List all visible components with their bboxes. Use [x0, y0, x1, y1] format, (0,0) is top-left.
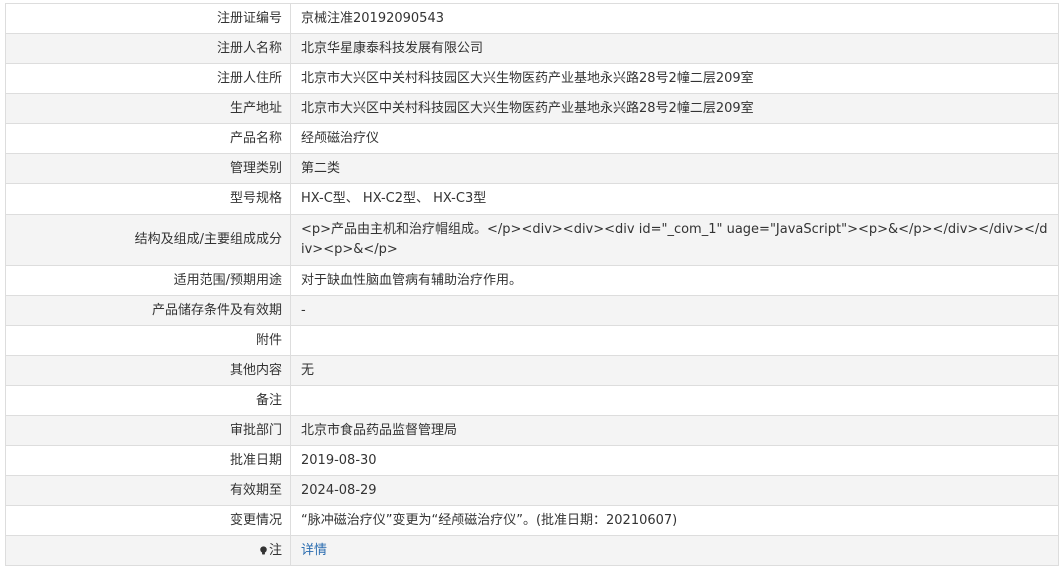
table-row: 批准日期 2019-08-30 [5, 445, 1059, 476]
row-label: 产品名称 [5, 123, 291, 154]
table-row-note: 注 详情 [5, 535, 1059, 566]
lightbulb-icon [259, 545, 268, 555]
row-label: 变更情况 [5, 505, 291, 536]
row-value: 2019-08-30 [290, 445, 1059, 476]
row-value: 对于缺血性脑血管病有辅助治疗作用。 [290, 265, 1059, 296]
details-link[interactable]: 详情 [301, 543, 327, 558]
row-label: 适用范围/预期用途 [5, 265, 291, 296]
note-label-cell: 注 [5, 535, 291, 566]
table-row: 有效期至 2024-08-29 [5, 475, 1059, 506]
row-value: 2024-08-29 [290, 475, 1059, 506]
table-row: 结构及组成/主要组成成分 <p>产品由主机和治疗帽组成。</p><div><di… [5, 214, 1059, 266]
row-label: 有效期至 [5, 475, 291, 506]
table-row: 产品储存条件及有效期 - [5, 295, 1059, 326]
row-label: 其他内容 [5, 355, 291, 386]
table-row: 注册人住所 北京市大兴区中关村科技园区大兴生物医药产业基地永兴路28号2幢二层2… [5, 63, 1059, 94]
row-label: 注册证编号 [5, 3, 291, 34]
row-value: - [290, 295, 1059, 326]
row-value: “脉冲磁治疗仪”变更为“经颅磁治疗仪”。(批准日期：20210607) [290, 505, 1059, 536]
row-label: 注册人住所 [5, 63, 291, 94]
table-row: 备注 [5, 385, 1059, 416]
table-row: 注册证编号 京械注准20192090543 [5, 3, 1059, 34]
table-row: 管理类别 第二类 [5, 153, 1059, 184]
table-row: 其他内容 无 [5, 355, 1059, 386]
row-label: 管理类别 [5, 153, 291, 184]
row-value: 北京华星康泰科技发展有限公司 [290, 33, 1059, 64]
row-label: 产品储存条件及有效期 [5, 295, 291, 326]
table-row: 变更情况 “脉冲磁治疗仪”变更为“经颅磁治疗仪”。(批准日期：20210607) [5, 505, 1059, 536]
table-row: 审批部门 北京市食品药品监督管理局 [5, 415, 1059, 446]
table-row: 适用范围/预期用途 对于缺血性脑血管病有辅助治疗作用。 [5, 265, 1059, 296]
row-label: 结构及组成/主要组成成分 [5, 214, 291, 266]
row-label: 型号规格 [5, 183, 291, 215]
table-row: 附件 [5, 325, 1059, 356]
row-value: 北京市大兴区中关村科技园区大兴生物医药产业基地永兴路28号2幢二层209室 [290, 63, 1059, 94]
row-value [290, 325, 1059, 356]
table-row: 生产地址 北京市大兴区中关村科技园区大兴生物医药产业基地永兴路28号2幢二层20… [5, 93, 1059, 124]
device-registration-table: 注册证编号 京械注准20192090543 注册人名称 北京华星康泰科技发展有限… [5, 3, 1059, 566]
row-label: 审批部门 [5, 415, 291, 446]
row-label: 生产地址 [5, 93, 291, 124]
note-value-cell: 详情 [290, 535, 1059, 566]
row-value: 北京市食品药品监督管理局 [290, 415, 1059, 446]
row-label: 附件 [5, 325, 291, 356]
row-value [290, 385, 1059, 416]
row-label: 备注 [5, 385, 291, 416]
row-value: HX-C型、 HX-C2型、 HX-C3型 [290, 183, 1059, 215]
row-value: 无 [290, 355, 1059, 386]
table-row: 注册人名称 北京华星康泰科技发展有限公司 [5, 33, 1059, 64]
note-label: 注 [268, 542, 282, 558]
row-value: 京械注准20192090543 [290, 3, 1059, 34]
row-label: 注册人名称 [5, 33, 291, 64]
row-value: 经颅磁治疗仪 [290, 123, 1059, 154]
row-value: 北京市大兴区中关村科技园区大兴生物医药产业基地永兴路28号2幢二层209室 [290, 93, 1059, 124]
table-row: 型号规格 HX-C型、 HX-C2型、 HX-C3型 [5, 183, 1059, 215]
row-label: 批准日期 [5, 445, 291, 476]
row-value: 第二类 [290, 153, 1059, 184]
row-value: <p>产品由主机和治疗帽组成。</p><div><div><div id="_c… [290, 214, 1059, 266]
table-row: 产品名称 经颅磁治疗仪 [5, 123, 1059, 154]
